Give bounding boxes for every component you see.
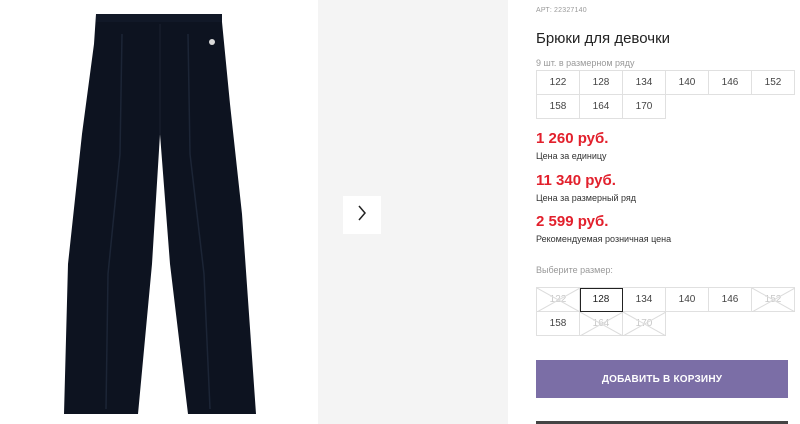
- size-option-label: 158: [549, 318, 567, 329]
- size-option[interactable]: 146: [709, 288, 752, 312]
- article-number: АРТ: 22327140: [536, 7, 587, 14]
- add-to-cart-button[interactable]: ДОБАВИТЬ В КОРЗИНУ: [536, 360, 788, 398]
- unit-price-label: Цена за единицу: [536, 151, 607, 161]
- size-option[interactable]: 128: [580, 288, 623, 312]
- pack-price: 11 340 руб.: [536, 172, 616, 189]
- pack-size: 146: [709, 71, 752, 95]
- size-select-grid: 122 128 134 140 146 152 158 164170: [536, 287, 795, 336]
- trousers-image: [64, 14, 256, 414]
- unit-price: 1 260 руб.: [536, 130, 609, 147]
- chevron-right-icon: [357, 205, 367, 226]
- unavailable-cross-icon: [580, 312, 623, 336]
- pack-sizes-grid: 122 128 134 140 146 152 158 164 170: [536, 70, 795, 119]
- pack-size: 128: [580, 71, 623, 95]
- pack-size: 164: [580, 95, 623, 119]
- size-select-label: Выберите размер:: [536, 265, 613, 275]
- pack-size: 134: [623, 71, 666, 95]
- size-option[interactable]: 158: [537, 312, 580, 336]
- size-option-label: 128: [592, 294, 610, 305]
- size-option: 164: [580, 312, 623, 336]
- size-option: 152: [752, 288, 795, 312]
- next-image-button[interactable]: [343, 196, 381, 234]
- size-option-label: 146: [721, 294, 739, 305]
- retail-price: 2 599 руб.: [536, 213, 609, 230]
- pack-size: 158: [537, 95, 580, 119]
- pack-label: 9 шт. в размерном ряду: [536, 58, 635, 68]
- size-option: 122: [537, 288, 580, 312]
- pack-size: 152: [752, 71, 795, 95]
- unavailable-cross-icon: [623, 312, 666, 336]
- retail-price-label: Рекомендуемая розничная цена: [536, 234, 672, 244]
- product-title: Брюки для девочки: [536, 30, 671, 47]
- pack-size: 122: [537, 71, 580, 95]
- size-option[interactable]: 134: [623, 288, 666, 312]
- size-option-label: 140: [678, 294, 696, 305]
- size-option[interactable]: 140: [666, 288, 709, 312]
- size-option: 170: [623, 312, 666, 336]
- product-main-image[interactable]: [0, 0, 318, 424]
- pack-price-label: Цена за размерный ряд: [536, 193, 637, 203]
- pack-size: 140: [666, 71, 709, 95]
- unavailable-cross-icon: [537, 288, 580, 312]
- pack-size: 170: [623, 95, 666, 119]
- size-option-label: 134: [635, 294, 653, 305]
- unavailable-cross-icon: [752, 288, 795, 312]
